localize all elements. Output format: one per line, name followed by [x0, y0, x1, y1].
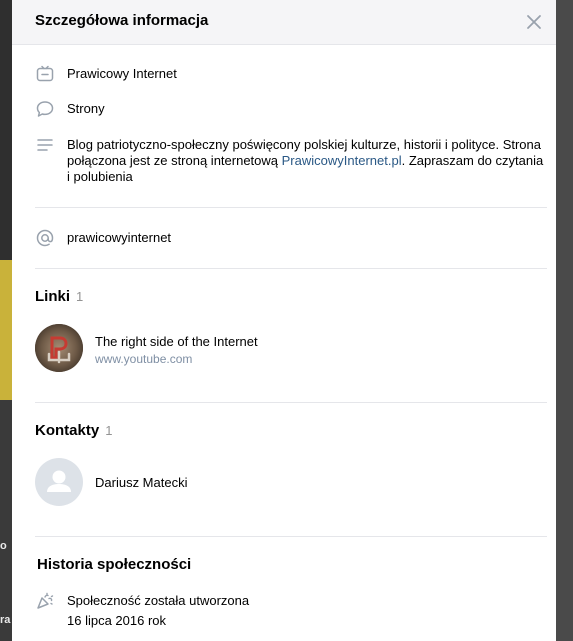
backdrop-text: o — [0, 540, 7, 552]
links-section-title: Linki 1 — [35, 288, 83, 305]
community-category: Strony — [67, 101, 105, 116]
history-event: Społeczność została utworzona 16 lipca 2… — [35, 591, 546, 631]
divider — [35, 402, 547, 403]
community-icon — [35, 64, 55, 84]
history-event-date: 16 lipca 2016 rok — [67, 613, 167, 628]
avatar — [35, 458, 83, 506]
link-url: www.youtube.com — [95, 352, 193, 366]
history-event-text: Społeczność została utworzona — [67, 593, 250, 608]
website-link[interactable]: PrawicowyInternet.pl — [282, 153, 402, 168]
links-count: 1 — [76, 289, 84, 304]
backdrop-strip-lower — [0, 400, 12, 641]
details-modal: Szczegółowa informacja Prawicowy Interne… — [12, 0, 556, 641]
divider — [35, 207, 547, 208]
info-row-description: Blog patriotyczno-społeczny poświęcony p… — [35, 135, 546, 187]
text-lines-icon — [35, 135, 55, 155]
contact-name[interactable]: Dariusz Matecki — [95, 475, 187, 490]
contacts-title: Kontakty — [35, 422, 100, 439]
backdrop-strip — [0, 0, 12, 260]
modal-title: Szczegółowa informacja — [35, 12, 209, 29]
info-row-handle: prawicowyinternet — [35, 228, 546, 248]
speech-bubble-icon — [35, 99, 55, 119]
backdrop-text: ra — [0, 614, 11, 626]
close-icon[interactable] — [524, 12, 544, 32]
community-description: Blog patriotyczno-społeczny poświęcony p… — [67, 137, 546, 185]
divider — [35, 536, 547, 537]
link-thumbnail — [35, 324, 83, 372]
contacts-count: 1 — [105, 423, 113, 438]
community-name: Prawicowy Internet — [67, 66, 177, 81]
backdrop-image — [0, 260, 12, 400]
link-title[interactable]: The right side of the Internet — [95, 334, 258, 349]
info-row-name: Prawicowy Internet — [35, 64, 546, 84]
modal-header: Szczegółowa informacja — [12, 0, 556, 45]
contacts-section-title: Kontakty 1 — [35, 422, 112, 439]
community-handle[interactable]: prawicowyinternet — [67, 230, 171, 246]
info-row-category: Strony — [35, 99, 546, 119]
at-sign-icon — [35, 228, 55, 248]
links-title: Linki — [35, 288, 71, 305]
divider — [35, 268, 547, 269]
party-popper-icon — [35, 591, 55, 611]
history-section-title: Historia społeczności — [37, 556, 192, 573]
